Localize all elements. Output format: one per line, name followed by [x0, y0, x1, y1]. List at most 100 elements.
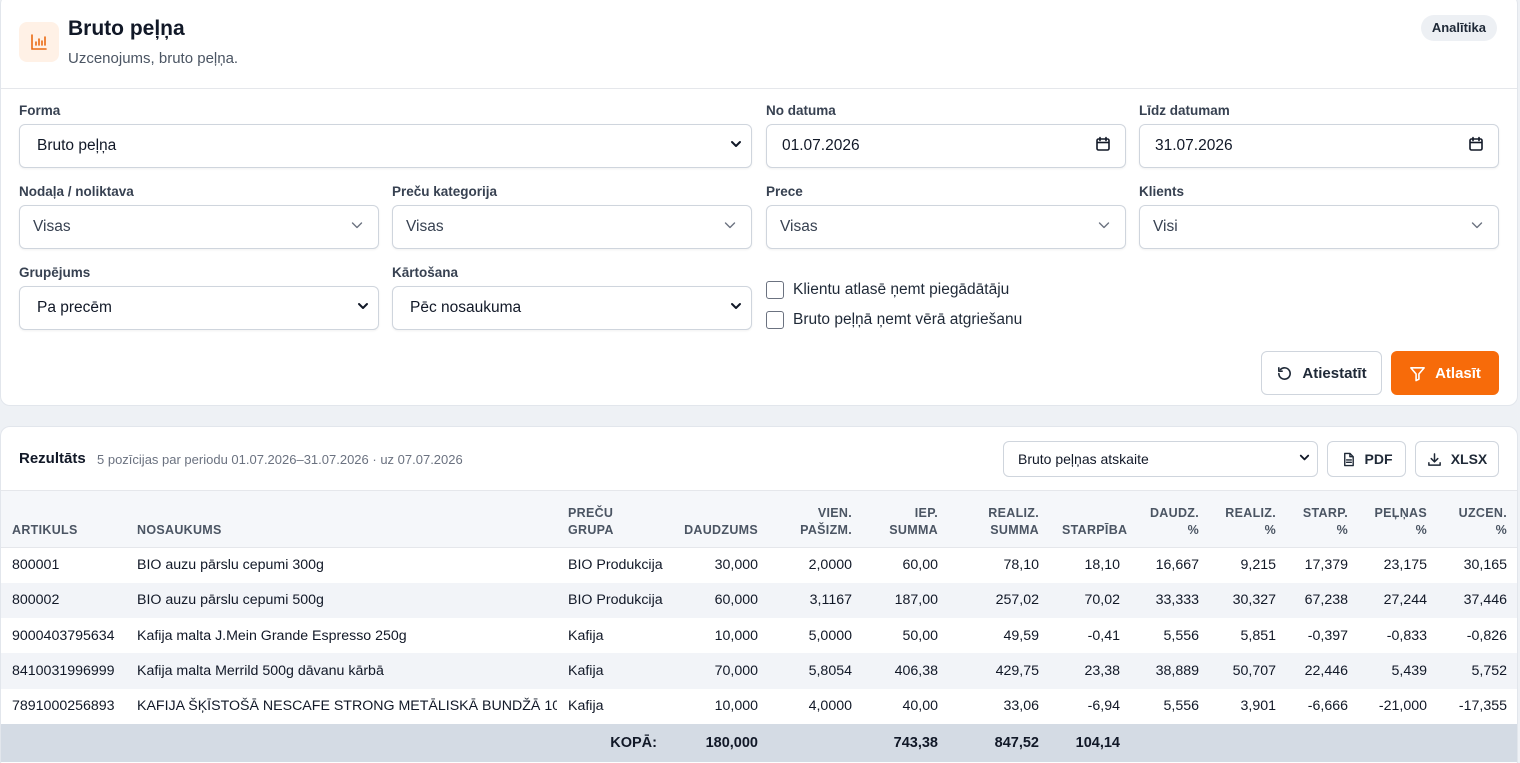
cell-vien-pasizm: 4,0000 — [808, 698, 852, 715]
totals-label: KOPĀ: — [610, 734, 657, 751]
totals-empty — [1, 724, 126, 762]
table-row[interactable]: 8410031996999 Kafija malta Merrild 500g … — [1, 653, 1517, 689]
grupejums-select[interactable]: Pa precēm — [19, 286, 379, 330]
results-table: Artikuls Nosaukums Preču grupa Daudzums … — [1, 490, 1517, 762]
apply-button[interactable]: Atlasīt — [1391, 351, 1499, 395]
returns-checkbox-label: Bruto peļņā ņemt vērā atgriešanu — [793, 311, 1023, 328]
cell-vien-pasizm: 5,0000 — [808, 627, 852, 644]
cell-realiz-pct: 3,901 — [1240, 698, 1276, 715]
cell-starp-pct: 22,446 — [1304, 663, 1348, 680]
cell-iep-summa: 40,00 — [902, 698, 938, 715]
returns-checkbox-row[interactable]: Bruto peļņā ņemt vērā atgriešanu — [766, 311, 1022, 329]
reset-button-label: Atiestatīt — [1302, 364, 1367, 382]
bar-chart-icon — [19, 22, 59, 62]
table-row[interactable]: 800002 BIO auzu pārslu cepumi 500g BIO P… — [1, 582, 1517, 619]
cell-uzcen-pct: -17,355 — [1458, 698, 1507, 715]
cell-daudzums: 60,000 — [714, 592, 758, 609]
precu-kategorija-select[interactable]: Visas — [392, 205, 752, 249]
cell-precu-grupa: BIO Produkcija — [568, 592, 663, 609]
totals-daudzums: 180,000 — [705, 734, 758, 751]
supplier-checkbox-row[interactable]: Klientu atlasē ņemt piegādātāju — [766, 281, 1009, 299]
reset-button[interactable]: Atiestatīt — [1261, 351, 1382, 395]
cell-uzcen-pct: 5,752 — [1471, 663, 1507, 680]
col-header-artikuls[interactable]: Artikuls — [1, 490, 126, 548]
section-badge: Analītika — [1420, 15, 1497, 41]
col-header-nosaukums[interactable]: Nosaukums — [126, 490, 557, 548]
filter-card: Bruto peļņa Uzcenojums, bruto peļņa. Ana… — [0, 0, 1518, 406]
precu-kategorija-label: Preču kategorija — [392, 184, 498, 199]
col-header-iep-summa[interactable]: Iep. summa — [864, 490, 950, 548]
col-header-daudzums[interactable]: Daudzums — [669, 490, 770, 548]
col-header-precu-grupa[interactable]: Preču grupa — [557, 490, 669, 548]
col-header-pelnas-pct[interactable]: Peļņas% — [1360, 490, 1439, 548]
cell-starpiba: -0,41 — [1087, 627, 1120, 644]
supplier-checkbox[interactable] — [766, 281, 784, 299]
cell-vien-pasizm: 5,8054 — [808, 663, 852, 680]
calendar-icon[interactable] — [1095, 136, 1111, 157]
cell-daudzums: 10,000 — [714, 698, 758, 715]
page-subtitle: Uzcenojums, bruto peļņa. — [68, 50, 239, 67]
lidz-datumam-label: Līdz datumam — [1139, 103, 1230, 118]
grupejums-value: Pa precēm — [37, 299, 112, 316]
col-header-starpiba[interactable]: Starpība — [1051, 490, 1132, 548]
cell-daudz-pct: 5,556 — [1163, 627, 1199, 644]
cell-daudz-pct: 16,667 — [1155, 557, 1199, 574]
reset-icon — [1276, 365, 1293, 382]
cell-starp-pct: 67,238 — [1304, 592, 1348, 609]
date-to-input[interactable]: 31.07.2026 — [1139, 124, 1499, 168]
cell-starp-pct: 17,379 — [1304, 557, 1348, 574]
table-row[interactable]: 9000403795634 Kafija malta J.Mein Grande… — [1, 618, 1517, 653]
no-datuma-label: No datuma — [766, 103, 836, 118]
prece-select[interactable]: Visas — [766, 205, 1126, 249]
date-from-input[interactable]: 01.07.2026 — [766, 124, 1126, 168]
table-row[interactable]: 800001 BIO auzu pārslu cepumi 300g BIO P… — [1, 548, 1517, 583]
cell-starpiba: -6,94 — [1087, 698, 1120, 715]
col-header-starp-pct[interactable]: Starp.% — [1288, 490, 1360, 548]
returns-checkbox[interactable] — [766, 311, 784, 329]
calendar-icon[interactable] — [1468, 136, 1484, 157]
totals-realiz-summa: 847,52 — [994, 734, 1039, 751]
chevron-down-icon — [1097, 218, 1111, 237]
klients-select[interactable]: Visi — [1139, 205, 1499, 249]
cell-iep-summa: 50,00 — [902, 627, 938, 644]
cell-artikuls: 9000403795634 — [12, 627, 115, 644]
cell-realiz-summa: 78,10 — [1003, 557, 1039, 574]
cell-iep-summa: 60,00 — [902, 557, 938, 574]
chevron-down-icon — [723, 218, 737, 237]
chevron-down-icon — [1298, 451, 1311, 467]
totals-empty — [1132, 724, 1211, 762]
cell-nosaukums: KAFIJA ŠĶĪSTOŠĀ NESCAFE STRONG METĀLISKĀ… — [137, 698, 557, 715]
cell-pelnas-pct: -0,833 — [1386, 627, 1427, 644]
forma-label: Forma — [19, 103, 61, 118]
totals-row: KOPĀ: 180,000 743,38 847,52 104,14 — [1, 723, 1517, 762]
col-header-uzcen-pct[interactable]: Uzcen.% — [1439, 490, 1517, 548]
col-header-realiz-pct[interactable]: Realiz.% — [1211, 490, 1288, 548]
col-header-daudz-pct[interactable]: Daudz.% — [1132, 490, 1211, 548]
nodala-value: Visas — [33, 218, 71, 235]
xlsx-button[interactable]: XLSX — [1415, 441, 1499, 477]
cell-realiz-summa: 429,75 — [995, 663, 1039, 680]
kartosana-select[interactable]: Pēc nosaukuma — [392, 286, 752, 330]
supplier-checkbox-label: Klientu atlasē ņemt piegādātāju — [793, 281, 1010, 298]
forma-value: Bruto peļņa — [37, 137, 117, 154]
col-header-vien-pasizm[interactable]: Vien. pašizm. — [770, 490, 864, 548]
grupejums-label: Grupējums — [19, 265, 91, 280]
chevron-down-icon — [350, 218, 364, 237]
header-divider — [1, 88, 1517, 89]
forma-select[interactable]: Bruto peļņa — [19, 124, 752, 168]
cell-daudz-pct: 5,556 — [1163, 698, 1199, 715]
col-header-realiz-summa[interactable]: Realiz. summa — [950, 490, 1051, 548]
prece-value: Visas — [780, 218, 818, 235]
cell-starp-pct: -0,397 — [1307, 627, 1348, 644]
cell-realiz-summa: 33,06 — [1003, 698, 1039, 715]
nodala-select[interactable]: Visas — [19, 205, 379, 249]
totals-empty — [1211, 724, 1288, 762]
cell-daudzums: 70,000 — [714, 663, 758, 680]
pdf-button[interactable]: PDF — [1327, 441, 1406, 477]
date-to-value: 31.07.2026 — [1155, 137, 1233, 154]
cell-pelnas-pct: -21,000 — [1378, 698, 1427, 715]
cell-uzcen-pct: -0,826 — [1466, 627, 1507, 644]
cell-artikuls: 7891000256893 — [12, 698, 115, 715]
table-row[interactable]: 7891000256893 KAFIJA ŠĶĪSTOŠĀ NESCAFE ST… — [1, 689, 1517, 724]
report-type-select[interactable]: Bruto peļņas atskaite — [1003, 441, 1318, 477]
